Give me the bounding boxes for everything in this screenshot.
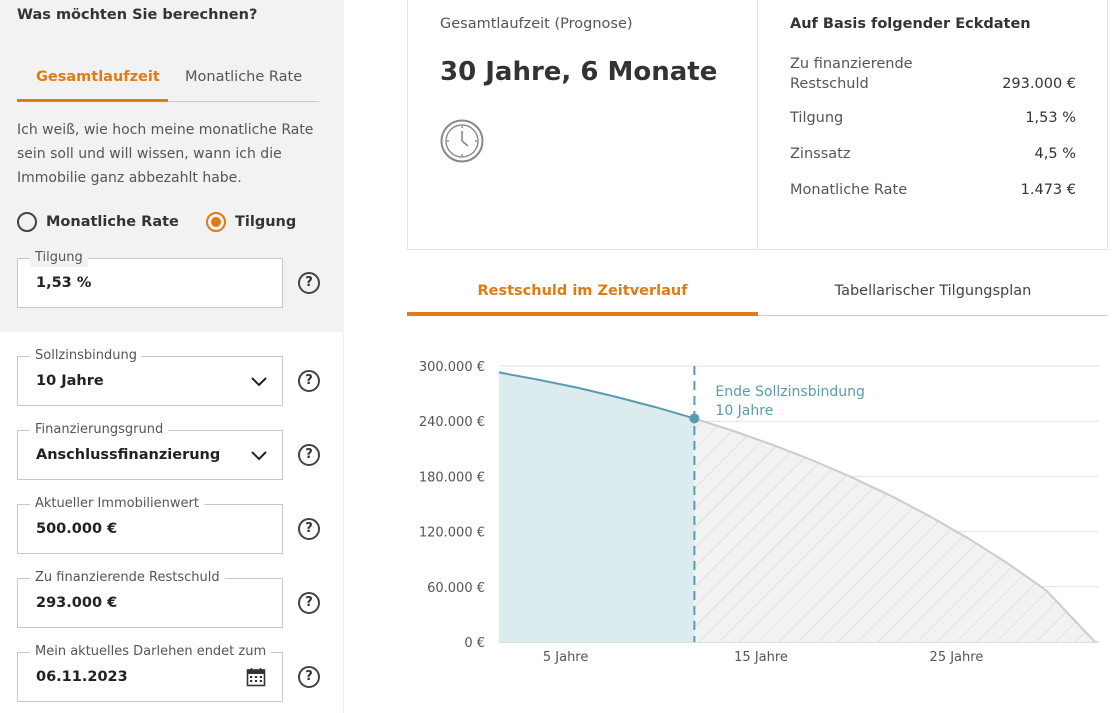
description-line: Immobilie ganz abbezahlt habe. xyxy=(17,170,242,186)
radio-monatliche-rate[interactable]: Monatliche Rate xyxy=(17,212,179,232)
radio-tilgung[interactable]: Tilgung xyxy=(206,212,296,232)
card-divider xyxy=(757,0,758,250)
clock-icon xyxy=(440,119,484,163)
duration-value: 30 Jahre, 6 Monate xyxy=(440,57,718,87)
field-label: Zu finanzierende Restschuld xyxy=(30,569,225,587)
eckdaten-row: Monatliche Rate 1.473 € xyxy=(790,182,1076,198)
darlehen-ende-date-input[interactable]: Mein aktuelles Darlehen endet zum 06.11.… xyxy=(17,643,283,702)
field-label: Sollzinsbindung xyxy=(30,347,142,365)
y-tick-label: 180.000 € xyxy=(419,470,485,485)
y-tick-label: 300.000 € xyxy=(419,360,485,375)
annotation-label: 10 Jahre xyxy=(715,403,773,419)
field-label: Finanzierungsgrund xyxy=(30,421,169,439)
calculation-question: Was möchten Sie berechnen? xyxy=(17,7,258,23)
calendar-icon[interactable] xyxy=(246,667,266,687)
eckdaten-title: Auf Basis folgender Eckdaten xyxy=(790,16,1031,32)
y-axis-ticks: 300.000 € 240.000 € 180.000 € 120.000 € 60.0… xyxy=(419,360,485,651)
eckdaten-row: Tilgung 1,53 % xyxy=(790,110,1076,126)
duration-label: Gesamtlaufzeit (Prognose) xyxy=(440,16,633,32)
eckdaten-value: 1,53 % xyxy=(1025,110,1076,126)
restschuld-input[interactable]: Zu finanzierende Restschuld 293.000 € xyxy=(17,569,283,628)
x-axis-ticks: 5 Jahre 15 Jahre 25 Jahre xyxy=(543,650,983,665)
restschuld-chart: Ende Sollzinsbindung 10 Jahre 300.000 € 2… xyxy=(419,360,1099,665)
immobilienwert-input[interactable]: Aktueller Immobilienwert 500.000 € xyxy=(17,495,283,554)
annotation-label: Ende Sollzinsbindung xyxy=(715,384,864,400)
field-label: Mein aktuelles Darlehen endet zum xyxy=(30,643,272,661)
eckdaten-row: Zu finanzierende Restschuld 293.000 € xyxy=(790,54,1076,94)
field-value[interactable]: 06.11.2023 xyxy=(36,669,128,685)
help-icon[interactable]: ? xyxy=(298,666,320,688)
field-value[interactable]: 293.000 € xyxy=(36,595,117,611)
radio-label: Tilgung xyxy=(235,214,297,230)
help-icon[interactable]: ? xyxy=(298,370,320,392)
calculation-tabs: Gesamtlaufzeit Monatliche Rate xyxy=(17,66,319,102)
help-icon[interactable]: ? xyxy=(298,444,320,466)
chevron-down-icon[interactable] xyxy=(250,372,268,390)
eckdaten-label: Monatliche Rate xyxy=(790,182,908,198)
x-tick-label: 5 Jahre xyxy=(543,650,589,665)
finanzierungsgrund-select[interactable]: Finanzierungsgrund Anschlussfinanzierung xyxy=(17,421,283,480)
help-icon[interactable]: ? xyxy=(298,592,320,614)
field-value[interactable]: 1,53 % xyxy=(36,275,91,291)
eckdaten-value: 1.473 € xyxy=(1020,182,1076,198)
tilgung-field[interactable]: Tilgung 1,53 % xyxy=(17,249,283,308)
field-value[interactable]: Anschlussfinanzierung xyxy=(36,447,220,463)
y-tick-label: 60.000 € xyxy=(427,581,485,596)
annotation-point xyxy=(689,413,700,424)
y-tick-label: 120.000 € xyxy=(419,526,485,541)
description-line: sein soll und will wissen, wann ich die xyxy=(17,146,282,162)
eckdaten-label: Zu finanzierende xyxy=(790,56,913,72)
area-fixed-period xyxy=(499,372,695,642)
y-tick-label: 0 € xyxy=(464,636,485,651)
tab-gesamtlaufzeit[interactable]: Gesamtlaufzeit xyxy=(17,66,168,102)
eckdaten-row: Zinssatz 4,5 % xyxy=(790,146,1076,162)
sollzinsbindung-select[interactable]: Sollzinsbindung 10 Jahre xyxy=(17,347,283,406)
help-icon[interactable]: ? xyxy=(298,272,320,294)
area-after-fixed-period xyxy=(694,418,1095,642)
field-value[interactable]: 500.000 € xyxy=(36,521,117,537)
y-tick-label: 240.000 € xyxy=(419,415,485,430)
help-icon[interactable]: ? xyxy=(298,518,320,540)
tab-monatliche-rate[interactable]: Monatliche Rate xyxy=(185,66,302,102)
radio-button-selected[interactable] xyxy=(206,212,226,232)
description-line: Ich weiß, wie hoch meine monatliche Rate xyxy=(17,122,314,138)
field-value[interactable]: 10 Jahre xyxy=(36,373,104,389)
eckdaten-value: 4,5 % xyxy=(1034,146,1076,162)
eckdaten-label: Tilgung xyxy=(790,110,844,126)
x-tick-label: 15 Jahre xyxy=(734,650,788,665)
field-label: Aktueller Immobilienwert xyxy=(30,495,204,513)
field-label: Tilgung xyxy=(30,249,88,267)
calculation-description: Ich weiß, wie hoch meine monatliche Rate… xyxy=(17,118,327,190)
eckdaten-label: Zinssatz xyxy=(790,146,851,162)
radio-label: Monatliche Rate xyxy=(46,214,179,230)
tab-restschuld-zeitverlauf[interactable]: Restschuld im Zeitverlauf xyxy=(407,270,758,316)
eckdaten-value: 293.000 € xyxy=(1002,76,1076,92)
tab-tilgungsplan[interactable]: Tabellarischer Tilgungsplan xyxy=(758,270,1108,316)
radio-button[interactable] xyxy=(17,212,37,232)
chart-tabs: Restschuld im Zeitverlauf Tabellarischer… xyxy=(407,270,1108,316)
chevron-down-icon[interactable] xyxy=(250,446,268,464)
x-tick-label: 25 Jahre xyxy=(930,650,984,665)
